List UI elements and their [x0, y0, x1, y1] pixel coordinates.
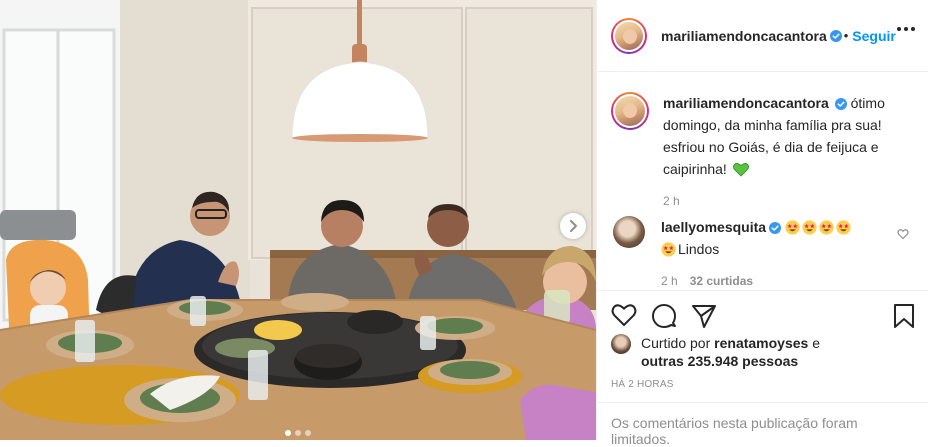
- comment-item: laellyomesquita Lindos 2 h 32 curtidas: [611, 216, 917, 292]
- author-username[interactable]: mariliamendoncacantora: [661, 28, 827, 44]
- comment-icon[interactable]: [651, 303, 677, 329]
- post-caption: mariliamendoncacantora ótimo domingo, da…: [611, 92, 917, 212]
- likes-prefix: Curtido por: [641, 335, 711, 351]
- comment-body: laellyomesquita Lindos 2 h 32 curtidas: [661, 216, 881, 292]
- comment-time[interactable]: 2 h: [661, 274, 678, 288]
- post-photo[interactable]: [0, 0, 596, 440]
- carousel-dot: [295, 430, 301, 436]
- carousel-indicator: [0, 430, 596, 436]
- star-struck-emoji-icon: [785, 220, 800, 235]
- green-heart-icon: [732, 163, 749, 177]
- caption-body: mariliamendoncacantora ótimo domingo, da…: [663, 92, 917, 212]
- post-timestamp[interactable]: HÁ 2 HORAS: [611, 379, 674, 390]
- liker-username[interactable]: renatamoyses: [714, 335, 808, 351]
- verified-badge-icon: [834, 98, 847, 111]
- comment-likes[interactable]: 32 curtidas: [690, 274, 753, 288]
- share-icon[interactable]: [691, 303, 717, 329]
- comment-emojis: [785, 219, 853, 235]
- comments-limited-notice: Os comentários nesta publicação foram li…: [597, 402, 928, 447]
- caption-author-avatar[interactable]: [611, 92, 649, 130]
- comment-emoji-lead: [661, 241, 678, 257]
- caption-username[interactable]: mariliamendoncacantora: [663, 95, 829, 111]
- comment-like-icon[interactable]: [897, 228, 909, 240]
- verified-badge-icon: [769, 222, 782, 235]
- star-struck-emoji-icon: [661, 242, 676, 257]
- liker-avatar[interactable]: [611, 334, 631, 354]
- caption-time[interactable]: 2 h: [663, 190, 917, 212]
- comment-text: Lindos: [678, 241, 720, 257]
- carousel-next-button[interactable]: [560, 213, 586, 239]
- likes-others[interactable]: outras 235.948 pessoas: [641, 353, 798, 369]
- carousel-dot: [305, 430, 311, 436]
- commenter-username[interactable]: laellyomesquita: [661, 219, 766, 235]
- verified-badge-icon: [829, 29, 842, 42]
- carousel-dot: [285, 430, 291, 436]
- family-dinner-photo: [0, 0, 596, 440]
- likes-connector: e: [812, 335, 821, 351]
- post-side-panel: mariliamendoncacantora • Seguir mariliam…: [596, 0, 928, 447]
- commenter-avatar[interactable]: [613, 216, 645, 248]
- star-struck-emoji-icon: [819, 220, 834, 235]
- star-struck-emoji-icon: [802, 220, 817, 235]
- post-actions: [597, 290, 928, 340]
- separator-dot: •: [843, 28, 849, 43]
- follow-button[interactable]: Seguir: [852, 28, 896, 44]
- likes-summary: Curtido por renatamoyses e outras 235.94…: [611, 334, 820, 370]
- star-struck-emoji-icon: [836, 220, 851, 235]
- more-options-icon[interactable]: [897, 27, 915, 31]
- like-icon[interactable]: [611, 303, 637, 327]
- chevron-right-icon: [570, 220, 577, 232]
- instagram-post: mariliamendoncacantora • Seguir mariliam…: [0, 0, 928, 447]
- author-avatar[interactable]: [611, 17, 647, 54]
- comment-meta: 2 h 32 curtidas: [661, 270, 881, 292]
- save-bookmark-icon[interactable]: [893, 303, 915, 329]
- post-header: mariliamendoncacantora • Seguir: [597, 0, 928, 72]
